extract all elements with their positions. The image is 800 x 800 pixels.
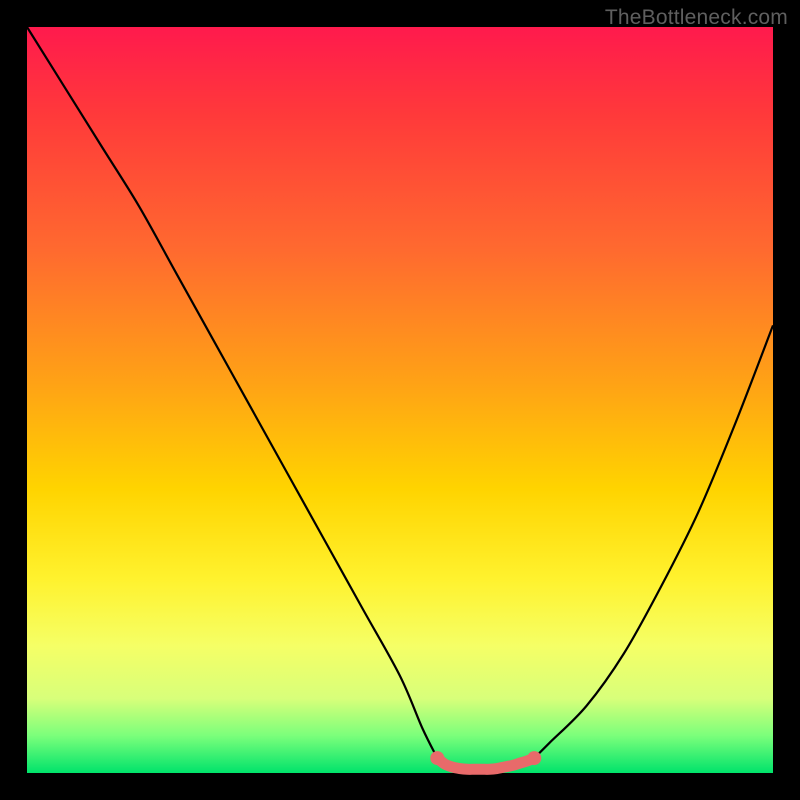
flat-minimum-right-dot <box>527 751 541 765</box>
chart-frame: TheBottleneck.com <box>0 0 800 800</box>
watermark-text: TheBottleneck.com <box>605 6 788 30</box>
plot-area <box>27 27 773 773</box>
flat-minimum-marker <box>437 758 534 769</box>
curve-layer <box>27 27 773 773</box>
right-branch-curve <box>534 325 773 758</box>
flat-minimum-left-dot <box>430 751 444 765</box>
left-branch-curve <box>27 27 437 758</box>
